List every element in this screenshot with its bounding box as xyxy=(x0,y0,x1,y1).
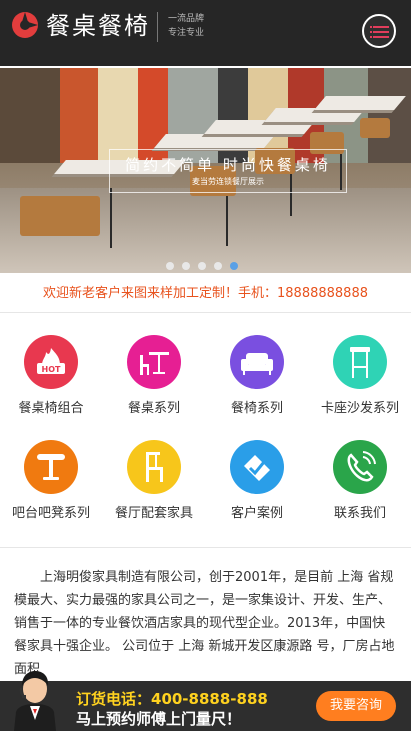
category-label: 餐椅系列 xyxy=(230,401,283,416)
category-label: 联系我们 xyxy=(333,506,386,521)
section-divider xyxy=(0,547,411,548)
tagline-line-2: 专注专业 xyxy=(168,28,205,38)
table-chair-icon xyxy=(127,335,181,389)
banner-slider[interactable]: 简约不简单 时尚快餐桌椅 麦当劳连锁餐厅展示 xyxy=(0,68,411,273)
logo-text: 餐桌餐椅 xyxy=(46,12,150,40)
logo-divider xyxy=(157,12,158,42)
tagline-line-1: 一流品牌 xyxy=(168,14,205,24)
bar-stool-icon xyxy=(333,335,387,389)
consult-button[interactable]: 我要咨询 xyxy=(316,691,396,721)
round-table-icon xyxy=(24,440,78,494)
category-item-chairs[interactable]: 餐椅系列 xyxy=(206,335,308,435)
category-item-accessories[interactable]: 餐厅配套家具 xyxy=(103,440,205,540)
category-label: 客户案例 xyxy=(230,506,283,521)
promo-text: 马上预约师傅上门量尺！ xyxy=(76,710,242,728)
slider-dot[interactable] xyxy=(182,262,190,270)
slider-dot[interactable] xyxy=(166,262,174,270)
sofa-icon xyxy=(230,335,284,389)
category-label: 餐厅配套家具 xyxy=(114,506,193,521)
category-item-dining-sets[interactable]: HOT 餐桌椅组合 xyxy=(0,335,102,435)
category-item-bar-stools[interactable]: 吧台吧凳系列 xyxy=(0,440,102,540)
menu-button[interactable] xyxy=(362,14,396,48)
slider-dot[interactable] xyxy=(198,262,206,270)
category-item-contact[interactable]: 联系我们 xyxy=(309,440,411,540)
cases-icon xyxy=(230,440,284,494)
category-label: 餐桌椅组合 xyxy=(18,401,84,416)
category-item-tables[interactable]: 餐桌系列 xyxy=(103,335,205,435)
category-item-booth-sofas[interactable]: 卡座沙发系列 xyxy=(309,335,411,435)
hot-icon: HOT xyxy=(24,335,78,389)
slider-dot[interactable] xyxy=(214,262,222,270)
svg-text:HOT: HOT xyxy=(42,365,61,374)
logo-icon xyxy=(12,12,38,38)
banner-title: 简约不简单 时尚快餐桌椅 xyxy=(125,156,331,174)
chair-icon xyxy=(127,440,181,494)
slider-dot-active[interactable] xyxy=(230,262,238,270)
phone-icon xyxy=(333,440,387,494)
banner-subtitle: 麦当劳连锁餐厅展示 xyxy=(192,177,264,186)
slider-dots xyxy=(166,255,246,273)
customer-service-avatar xyxy=(14,671,56,731)
category-label: 吧台吧凳系列 xyxy=(11,506,90,521)
company-intro: 上海明俊家具制造有限公司，创于2001年，是目前 上海 省规模最大、实力最强的家… xyxy=(14,570,395,677)
category-label: 餐桌系列 xyxy=(127,401,180,416)
header: 餐桌餐椅 一流品牌 专注专业 xyxy=(0,0,411,66)
logo-tagline: 一流品牌 专注专业 xyxy=(168,12,204,40)
welcome-notice: 欢迎新老客户来图来样加工定制！手机：18888888888 xyxy=(0,276,411,313)
category-label: 卡座沙发系列 xyxy=(320,401,399,416)
category-item-cases[interactable]: 客户案例 xyxy=(206,440,308,540)
hotline-text[interactable]: 订货电话：400-8888-888 xyxy=(76,688,268,709)
banner-caption: 简约不简单 时尚快餐桌椅 麦当劳连锁餐厅展示 xyxy=(109,149,347,193)
